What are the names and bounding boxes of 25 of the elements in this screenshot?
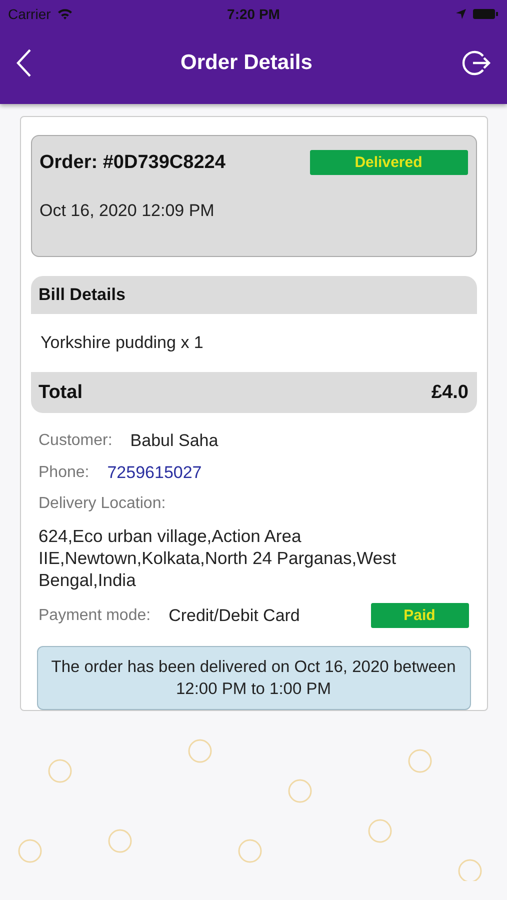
detail-label: Customer: bbox=[38, 432, 112, 450]
detail-label: Delivery Location: bbox=[38, 495, 167, 513]
detail-label: Phone: bbox=[38, 464, 90, 482]
delivery-address: 624,Eco urban village,Action Area IIE,Newtown,Kolkata,North 24 Parganas,West Bengal,India bbox=[38, 525, 398, 591]
total-amount: £4.0 bbox=[432, 382, 468, 404]
chevron-left-icon bbox=[16, 48, 32, 78]
phone-link[interactable]: 7259615027 bbox=[107, 463, 202, 483]
wifi-icon bbox=[56, 8, 73, 20]
detail-value: Babul Saha bbox=[130, 431, 218, 451]
delivery-notice: The order has been delivered on Oct 16, 2020 between 12:00 PM to 1:00 PM bbox=[36, 646, 470, 710]
bill-item: Yorkshire pudding x 1 bbox=[40, 333, 204, 353]
total-label: Total bbox=[38, 382, 82, 404]
location-arrow-icon bbox=[454, 8, 467, 20]
clock-time: 7:20 PM bbox=[227, 6, 280, 22]
carrier-label: Carrier bbox=[8, 6, 51, 22]
payment-status-badge: Paid bbox=[370, 603, 468, 628]
status-badge: Delivered bbox=[310, 150, 468, 175]
logout-icon bbox=[460, 48, 491, 78]
bill-details-title: Bill Details bbox=[38, 285, 126, 304]
order-date: Oct 16, 2020 12:09 PM bbox=[40, 201, 216, 221]
order-number: Order: #0D739C8224 bbox=[40, 152, 226, 174]
battery-icon bbox=[472, 8, 499, 20]
detail-value: Credit/Debit Card bbox=[168, 606, 300, 626]
screen-title: Order Details bbox=[180, 51, 312, 75]
detail-label: Payment mode: bbox=[38, 606, 151, 624]
